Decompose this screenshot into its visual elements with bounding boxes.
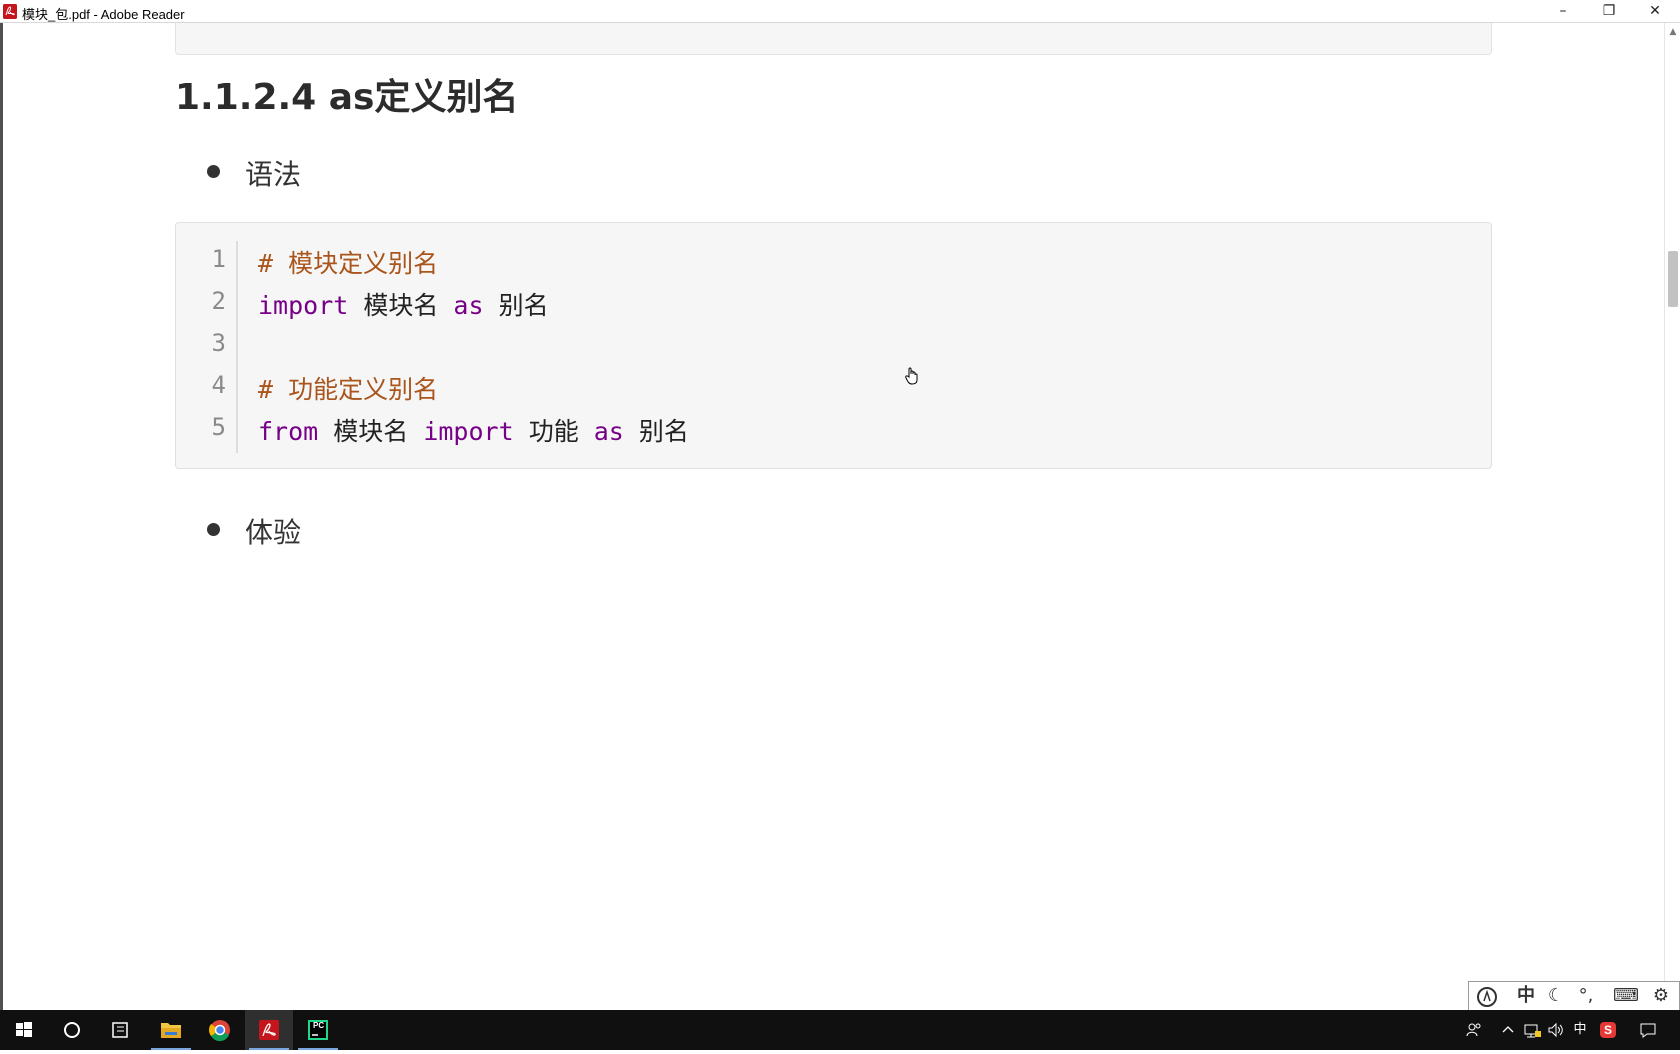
document-viewport[interactable]: 1.1.2.4 as定义别名 语法 1 2 3 4 5 # 模块定义别名 imp… <box>0 23 1664 1010</box>
people-icon[interactable] <box>1464 1020 1484 1040</box>
chinese-mode-icon[interactable]: 中 <box>1513 985 1539 1007</box>
scrollbar-thumb[interactable] <box>1668 251 1678 307</box>
bullet-icon <box>207 165 220 178</box>
line-number: 3 <box>211 329 226 357</box>
line-number: 1 <box>211 245 226 273</box>
section-heading: 1.1.2.4 as定义别名 <box>175 77 519 118</box>
title-bar: 模块_包.pdf - Adobe Reader – ❐ ✕ <box>0 0 1680 23</box>
vertical-scrollbar[interactable]: ▲ <box>1664 23 1680 1010</box>
previous-code-block <box>175 23 1492 55</box>
taskbar: PC 中 S <box>0 1010 1680 1050</box>
code-text: 模块名 <box>348 291 454 320</box>
code-text: 别名 <box>483 291 549 320</box>
bullet-text: 体验 <box>245 516 302 549</box>
code-text: 模块名 <box>318 417 424 446</box>
scroll-up-icon[interactable]: ▲ <box>1665 25 1680 39</box>
pycharm-label: PC <box>313 1021 325 1030</box>
close-button[interactable]: ✕ <box>1632 0 1678 22</box>
file-explorer-icon[interactable] <box>147 1010 195 1050</box>
task-view-icon[interactable] <box>96 1010 144 1050</box>
network-icon[interactable] <box>1522 1020 1542 1040</box>
minimize-button[interactable]: – <box>1540 0 1586 22</box>
punctuation-icon[interactable]: °, <box>1573 985 1599 1007</box>
line-number: 2 <box>211 287 226 315</box>
code-comment: # 功能定义别名 <box>258 375 439 404</box>
code-block: 1 2 3 4 5 # 模块定义别名 import 模块名 as 别名 # 功能… <box>175 222 1492 469</box>
code-keyword: as <box>453 291 484 320</box>
ime-logo-icon[interactable] <box>1473 985 1503 1007</box>
ime-toolbar: 中 ☾ °, ⌨ ⚙ <box>1468 981 1680 1011</box>
code-keyword: import <box>423 417 514 446</box>
window-title: 模块_包.pdf - Adobe Reader <box>22 7 185 22</box>
code-text: 功能 <box>513 417 594 446</box>
input-language-indicator[interactable]: 中 <box>1570 1020 1590 1040</box>
sogou-label: S <box>1600 1022 1616 1038</box>
bullet-text: 语法 <box>245 158 302 191</box>
code-line: # 功能定义别名 <box>258 370 438 406</box>
code-keyword: from <box>258 417 319 446</box>
gear-icon[interactable]: ⚙ <box>1647 985 1675 1007</box>
adobe-reader-icon <box>3 4 17 19</box>
code-line: from 模块名 import 功能 as 别名 <box>258 412 689 448</box>
volume-icon[interactable] <box>1546 1020 1566 1040</box>
chevron-up-icon[interactable] <box>1500 1020 1516 1040</box>
code-keyword: as <box>593 417 624 446</box>
chrome-icon[interactable] <box>196 1010 244 1050</box>
cortana-search-icon[interactable] <box>48 1010 96 1050</box>
code-line: import 模块名 as 别名 <box>258 286 549 322</box>
code-line: # 模块定义别名 <box>258 244 438 280</box>
adobe-reader-icon[interactable] <box>245 1010 293 1050</box>
notification-icon[interactable] <box>1638 1020 1658 1040</box>
hand-cursor-icon <box>905 367 919 385</box>
line-number: 4 <box>211 371 226 399</box>
line-number-gutter: 1 2 3 4 5 <box>176 241 238 453</box>
line-number: 5 <box>211 413 226 441</box>
maximize-button[interactable]: ❐ <box>1586 0 1632 22</box>
bullet-icon <box>207 523 220 536</box>
windows-start-icon[interactable] <box>0 1010 48 1050</box>
keyboard-icon[interactable]: ⌨ <box>1611 985 1641 1007</box>
sogou-icon[interactable]: S <box>1598 1020 1618 1040</box>
code-keyword: import <box>258 291 349 320</box>
code-text: 别名 <box>623 417 689 446</box>
moon-icon[interactable]: ☾ <box>1543 985 1569 1007</box>
code-comment: # 模块定义别名 <box>258 249 439 278</box>
pycharm-icon[interactable]: PC <box>294 1010 342 1050</box>
